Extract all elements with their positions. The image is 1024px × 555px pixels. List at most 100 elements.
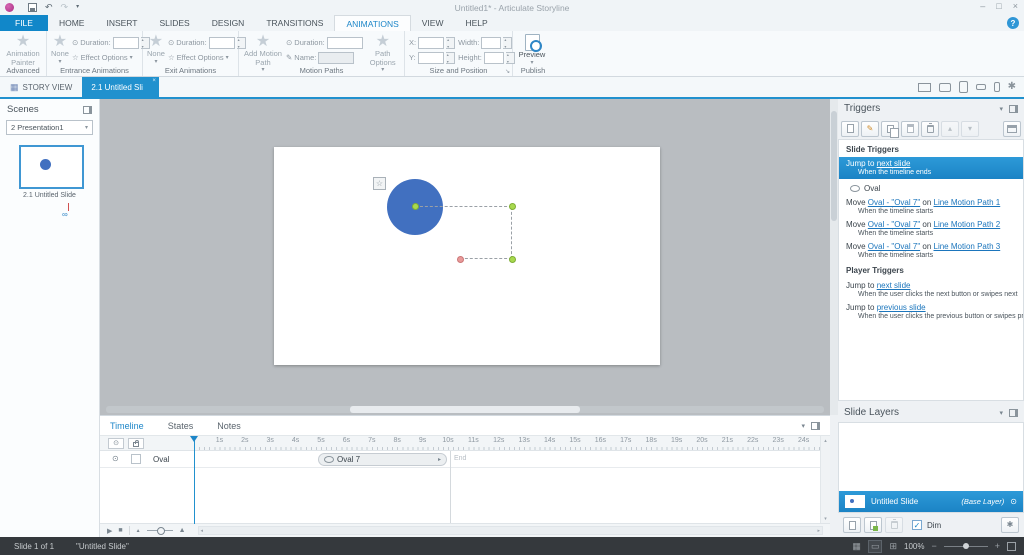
tab-animations[interactable]: ANIMATIONS xyxy=(334,15,411,31)
scrollbar-thumb[interactable] xyxy=(350,406,580,413)
panel-menu-icon[interactable]: ▾ xyxy=(801,422,805,430)
trigger-player-previous[interactable]: Jump to previous slide xyxy=(839,300,1023,312)
desktop-preview-icon[interactable] xyxy=(917,82,931,92)
motion-path-2-line[interactable] xyxy=(511,207,512,259)
tablet-landscape-preview-icon[interactable] xyxy=(938,82,951,92)
move-trigger-up-button[interactable]: ▴ xyxy=(941,120,959,137)
delete-layer-button[interactable] xyxy=(885,517,903,533)
width-spinner[interactable] xyxy=(503,36,513,49)
tab-insert[interactable]: INSERT xyxy=(95,15,148,31)
row-checkbox[interactable] xyxy=(131,454,141,464)
motion-path-2-end-handle[interactable] xyxy=(509,256,516,263)
duplicate-layer-button[interactable] xyxy=(864,517,882,533)
size-dialog-launcher-icon[interactable]: ↘ xyxy=(505,68,510,75)
copy-trigger-button[interactable] xyxy=(881,120,899,138)
app-icon[interactable] xyxy=(5,3,14,12)
object-link[interactable]: Oval - "Oval 7" xyxy=(868,198,920,207)
scene-selector-dropdown[interactable]: 2 Presentation1 ▾ xyxy=(6,120,93,135)
motion-path-3-line[interactable] xyxy=(460,258,512,259)
y-input[interactable] xyxy=(417,51,444,64)
close-tab-icon[interactable]: × xyxy=(152,78,156,84)
next-slide-link[interactable]: next slide xyxy=(877,281,911,290)
canvas-vertical-scrollbar[interactable] xyxy=(830,99,838,415)
path-link[interactable]: Line Motion Path 1 xyxy=(934,198,1001,207)
exit-duration-input[interactable] xyxy=(208,36,235,49)
panel-pin-icon[interactable] xyxy=(83,105,92,114)
path-link[interactable]: Line Motion Path 3 xyxy=(934,242,1001,251)
new-trigger-button[interactable] xyxy=(841,120,859,137)
scrollbar-thumb[interactable] xyxy=(831,111,837,221)
tab-slides[interactable]: SLIDES xyxy=(148,15,200,31)
manage-variables-button[interactable] xyxy=(1003,120,1021,137)
minimize-button[interactable]: – xyxy=(980,1,985,11)
close-button[interactable]: × xyxy=(1013,1,1018,11)
timeline-vertical-scrollbar[interactable]: ▴ ▾ xyxy=(820,436,830,524)
playhead-handle[interactable] xyxy=(190,436,198,442)
fit-to-window-icon[interactable] xyxy=(1007,541,1016,551)
object-link[interactable]: Oval - "Oval 7" xyxy=(868,220,920,229)
toggle-all-lock-button[interactable] xyxy=(128,438,144,449)
play-button[interactable]: ▶ xyxy=(107,527,112,535)
trigger-move-3[interactable]: Move Oval - "Oval 7" on Line Motion Path… xyxy=(839,239,1023,251)
motion-path-start-handle[interactable] xyxy=(412,203,419,210)
customize-toolbar-icon[interactable]: ▾ xyxy=(76,3,79,12)
tab-transitions[interactable]: TRANSITIONS xyxy=(255,15,334,31)
save-icon[interactable] xyxy=(28,3,37,12)
move-trigger-down-button[interactable]: ▾ xyxy=(961,120,979,137)
dim-checkbox[interactable]: ✓ xyxy=(912,520,922,530)
animation-painter-button[interactable]: ★ Animation Painter xyxy=(4,34,42,67)
motion-path-1-line[interactable] xyxy=(415,206,512,207)
motion-path-3-end-handle[interactable] xyxy=(457,256,464,263)
feed-view-icon[interactable]: ⊞ xyxy=(889,541,897,551)
trigger-move-2[interactable]: Move Oval - "Oval 7" on Line Motion Path… xyxy=(839,217,1023,229)
tab-home[interactable]: HOME xyxy=(48,15,96,31)
grid-view-icon[interactable]: ▦ xyxy=(852,541,861,551)
slide-canvas[interactable]: ☆ xyxy=(100,99,830,415)
x-spinner[interactable] xyxy=(446,36,456,49)
entrance-none-button[interactable]: ★ None ▾ xyxy=(51,34,69,66)
zoom-in-icon[interactable]: + xyxy=(995,541,1000,551)
phone-landscape-preview-icon[interactable] xyxy=(975,84,986,90)
base-layer-row[interactable]: Untitled Slide (Base Layer) ⊙ xyxy=(839,491,1023,512)
motion-path-1-end-handle[interactable] xyxy=(509,203,516,210)
motion-duration-input[interactable] xyxy=(326,36,363,49)
panel-pin-icon[interactable] xyxy=(811,422,820,430)
layer-properties-button[interactable]: ✱ xyxy=(1001,517,1019,533)
preview-button[interactable]: Preview ▾ xyxy=(517,34,547,67)
exit-none-button[interactable]: ★ None ▾ xyxy=(147,34,165,66)
scroll-up-icon[interactable]: ▴ xyxy=(824,438,827,444)
help-icon[interactable]: ? xyxy=(1007,17,1019,29)
tab-notes[interactable]: Notes xyxy=(217,421,241,431)
slide-surface[interactable] xyxy=(274,147,660,365)
scroll-down-icon[interactable]: ▾ xyxy=(824,516,827,522)
stop-button[interactable]: ■ xyxy=(118,527,122,534)
timeline-ruler[interactable]: 1s 2s 3s 4s 5s 6s 7s 8s 9s 10s 11s 12s 13s 14s 15s 16s 1… xyxy=(190,436,820,451)
height-input[interactable] xyxy=(483,51,504,64)
x-input[interactable] xyxy=(418,36,445,49)
panel-pin-icon[interactable] xyxy=(1009,408,1018,417)
next-slide-link[interactable]: next slide xyxy=(877,159,911,168)
redo-icon[interactable]: ↷ xyxy=(61,3,69,12)
zoom-out-icon[interactable]: − xyxy=(931,541,936,551)
player-settings-gear-icon[interactable]: ✱ xyxy=(1008,82,1016,92)
new-layer-button[interactable] xyxy=(843,517,861,533)
timeline-zoom-slider[interactable] xyxy=(146,527,173,535)
toggle-all-visibility-button[interactable]: ⊙ xyxy=(108,438,124,449)
zoom-slider[interactable] xyxy=(943,542,988,549)
panel-pin-icon[interactable] xyxy=(1009,104,1018,113)
timeline-end-marker[interactable] xyxy=(450,451,451,524)
trigger-player-next[interactable]: Jump to next slide xyxy=(839,278,1023,290)
tab-view[interactable]: VIEW xyxy=(411,15,455,31)
exit-effect-options-button[interactable]: ☆ Effect Options ▾ xyxy=(168,51,246,64)
slide-view-icon[interactable]: ▭ xyxy=(867,539,883,553)
delete-trigger-button[interactable] xyxy=(921,120,939,137)
eye-icon[interactable]: ⊙ xyxy=(112,455,119,463)
tab-slide-2-1[interactable]: 2.1 Untitled Sli × xyxy=(82,77,159,97)
object-link[interactable]: Oval - "Oval 7" xyxy=(868,242,920,251)
scroll-left-icon[interactable]: ◂ xyxy=(201,528,204,534)
trigger-jump-next-timeline[interactable]: Jump to next slide When the timeline end… xyxy=(839,157,1023,179)
path-link[interactable]: Line Motion Path 2 xyxy=(934,220,1001,229)
paste-trigger-button[interactable] xyxy=(901,120,919,137)
tab-states[interactable]: States xyxy=(168,421,194,431)
timeline-bar-oval7[interactable]: Oval 7 ▸ xyxy=(318,453,447,466)
